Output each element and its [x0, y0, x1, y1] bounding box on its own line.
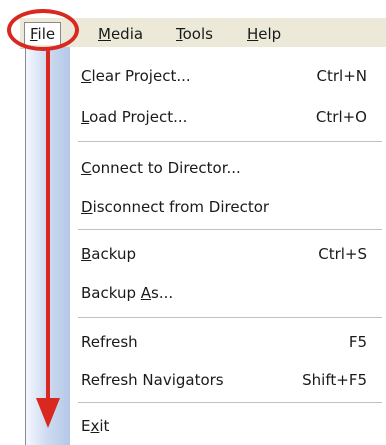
label-post: s...: [151, 284, 174, 302]
menu-item-connect-director[interactable]: Connect to Director...: [81, 153, 381, 183]
menu-item-refresh-navigators[interactable]: Refresh Navigators Shift+F5: [81, 365, 381, 395]
label-post: it: [99, 417, 110, 435]
menu-item-label: Refresh Navigators: [81, 365, 224, 395]
menu-item-label: Backup As...: [81, 278, 173, 308]
menu-separator: [78, 402, 382, 403]
menu-separator: [78, 141, 382, 142]
label-key: D: [81, 198, 93, 216]
menu-item-label: Refresh: [81, 327, 138, 357]
menu-file[interactable]: File: [24, 22, 62, 45]
menu-item-label: Load Project...: [81, 102, 187, 132]
menu-item-label: Connect to Director...: [81, 153, 241, 183]
label-key: B: [81, 245, 92, 263]
label-post: oad Project...: [89, 108, 188, 126]
menu-item-backup[interactable]: Backup Ctrl+S: [81, 239, 381, 269]
label-key: A: [140, 284, 152, 302]
menu-file-key: F: [30, 25, 38, 43]
menu-item-shortcut: Shift+F5: [302, 371, 367, 389]
menu-media-post: edia: [110, 25, 144, 43]
menu-separator: [78, 229, 382, 230]
menu-item-exit[interactable]: Exit: [81, 411, 381, 441]
menu-help-post: elp: [258, 25, 282, 43]
label-post: ackup: [91, 245, 136, 263]
menu-item-label: Disconnect from Director: [81, 192, 269, 222]
label-key: L: [81, 108, 90, 126]
menu-media-key: M: [98, 25, 111, 43]
menu-bar: File Media Tools Help: [20, 18, 386, 49]
menu-separator: [78, 317, 382, 318]
menu-item-shortcut: Ctrl+S: [318, 245, 367, 263]
label-post: isconnect from Director: [92, 198, 270, 216]
menu-icon-gutter: [26, 47, 70, 445]
menu-tools-key: T: [176, 25, 183, 43]
menu-item-clear-project[interactable]: Clear Project... Ctrl+N: [81, 61, 381, 91]
file-dropdown-menu: Clear Project... Ctrl+N Load Project... …: [25, 47, 386, 445]
label-pre: Refresh Navigators: [81, 371, 224, 389]
menu-item-shortcut: Ctrl+O: [315, 108, 367, 126]
menu-item-shortcut: F5: [348, 333, 367, 351]
menu-file-post: ile: [37, 25, 56, 43]
label-key: C: [81, 159, 92, 177]
menu-tools-post: ools: [182, 25, 213, 43]
menu-item-load-project[interactable]: Load Project... Ctrl+O: [81, 102, 381, 132]
menu-item-disconnect-director[interactable]: Disconnect from Director: [81, 192, 381, 222]
label-pre: Refresh: [81, 333, 138, 351]
menu-item-label: Exit: [81, 411, 109, 441]
label-key: C: [81, 67, 92, 85]
menu-tools[interactable]: Tools: [171, 23, 218, 45]
menu-item-label: Clear Project...: [81, 61, 191, 91]
menu-media[interactable]: Media: [93, 23, 148, 45]
menu-item-refresh[interactable]: Refresh F5: [81, 327, 381, 357]
menu-help[interactable]: Help: [242, 23, 286, 45]
label-post: lear Project...: [91, 67, 191, 85]
label-post: onnect to Director...: [91, 159, 241, 177]
screenshot-stage: File Media Tools Help Clear Project... C…: [0, 0, 386, 445]
menu-item-backup-as[interactable]: Backup As...: [81, 278, 381, 308]
menu-item-shortcut: Ctrl+N: [316, 67, 367, 85]
label-pre: Backup: [81, 284, 141, 302]
menu-item-label: Backup: [81, 239, 136, 269]
menu-help-key: H: [247, 25, 259, 43]
